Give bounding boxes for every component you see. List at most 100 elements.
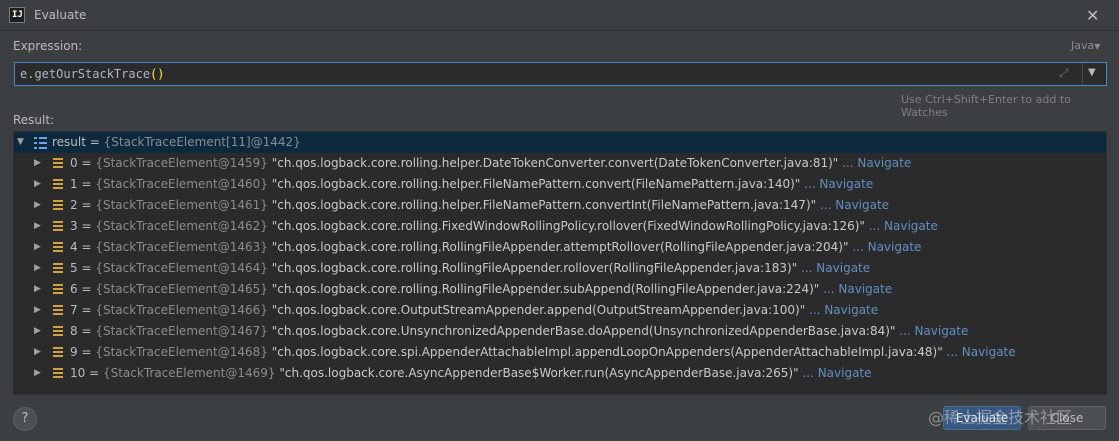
tree-row[interactable]: ▶ 0 = {StackTraceElement@1459} "ch.qos.lo…	[14, 153, 1106, 174]
item-eq: =	[77, 177, 96, 191]
watches-hint: Use Ctrl+Shift+Enter to add to Watches	[901, 93, 1071, 119]
tree-expand-icon[interactable]: ▶	[34, 363, 41, 384]
item-eq: =	[77, 219, 96, 233]
item-type: {StackTraceElement@1463}	[95, 240, 268, 254]
item-value: "ch.qos.logback.core.OutputStreamAppende…	[271, 303, 806, 317]
close-icon[interactable]: ✕	[1086, 6, 1099, 25]
navigate-link[interactable]: ... Navigate	[947, 345, 1016, 359]
item-type: {StackTraceElement@1465}	[95, 282, 268, 296]
root-eq: =	[85, 135, 104, 149]
tree-expand-icon[interactable]: ▶	[34, 300, 41, 321]
field-icon	[53, 179, 63, 190]
tree-row-label: 3 = {StackTraceElement@1462} "ch.qos.log…	[70, 216, 938, 237]
navigate-link[interactable]: ... Navigate	[809, 303, 878, 317]
tree-expand-icon[interactable]: ▶	[34, 195, 41, 216]
result-tree[interactable]: ▼ result = {StackTraceElement[11]@1442} …	[13, 131, 1107, 395]
expression-input[interactable]: e.getOurStackTrace()	[20, 67, 165, 81]
item-index: 6	[70, 282, 78, 296]
history-dropdown-icon[interactable]: ▼	[1088, 67, 1096, 78]
divider	[1082, 63, 1083, 85]
item-eq: =	[85, 366, 103, 380]
navigate-link[interactable]: ... Navigate	[842, 156, 911, 170]
item-index: 3	[70, 219, 78, 233]
tree-row-label: 7 = {StackTraceElement@1466} "ch.qos.log…	[70, 300, 878, 321]
tree-expand-icon[interactable]: ▶	[34, 321, 41, 342]
tree-row[interactable]: ▶ 8 = {StackTraceElement@1467} "ch.qos.lo…	[14, 321, 1106, 342]
app-icon: IJ	[9, 7, 25, 23]
navigate-link[interactable]: ... Navigate	[804, 177, 873, 191]
navigate-link[interactable]: ... Navigate	[823, 282, 892, 296]
tree-row[interactable]: ▶ 6 = {StackTraceElement@1465} "ch.qos.lo…	[14, 279, 1106, 300]
item-type: {StackTraceElement@1468}	[95, 345, 268, 359]
close-button[interactable]: Close	[1028, 406, 1106, 430]
item-index: 2	[70, 198, 78, 212]
item-value: "ch.qos.logback.core.UnsynchronizedAppen…	[271, 324, 896, 338]
item-eq: =	[77, 282, 96, 296]
tree-collapse-icon[interactable]: ▼	[17, 132, 24, 153]
item-eq: =	[77, 303, 96, 317]
field-icon	[53, 326, 63, 337]
tree-expand-icon[interactable]: ▶	[34, 237, 41, 258]
tree-row-label: 2 = {StackTraceElement@1461} "ch.qos.log…	[70, 195, 889, 216]
dropdown-arrow-icon: ▼	[1094, 42, 1101, 51]
navigate-link[interactable]: ... Navigate	[802, 366, 871, 380]
help-button[interactable]: ?	[13, 407, 37, 431]
window-title: Evaluate	[34, 8, 87, 22]
item-index: 1	[70, 177, 78, 191]
tree-row[interactable]: ▶ 9 = {StackTraceElement@1468} "ch.qos.lo…	[14, 342, 1106, 363]
tree-root-row[interactable]: ▼ result = {StackTraceElement[11]@1442}	[14, 132, 1106, 153]
item-value: "ch.qos.logback.core.rolling.RollingFile…	[271, 282, 820, 296]
field-icon	[53, 284, 63, 295]
field-icon	[53, 221, 63, 232]
expand-editor-icon[interactable]: ⤢	[1059, 66, 1069, 81]
language-select[interactable]: Java▼	[1071, 39, 1100, 52]
field-icon	[53, 263, 63, 274]
item-type: {StackTraceElement@1459}	[95, 156, 268, 170]
tree-expand-icon[interactable]: ▶	[34, 216, 41, 237]
tree-expand-icon[interactable]: ▶	[34, 258, 41, 279]
expression-parens: ()	[150, 67, 165, 81]
tree-row-label: 4 = {StackTraceElement@1463} "ch.qos.log…	[70, 237, 921, 258]
tree-row-label: 10 = {StackTraceElement@1469} "ch.qos.lo…	[70, 363, 872, 384]
item-index: 4	[70, 240, 78, 254]
tree-expand-icon[interactable]: ▶	[34, 153, 41, 174]
item-index: 5	[70, 261, 78, 275]
navigate-link[interactable]: ... Navigate	[869, 219, 938, 233]
item-type: {StackTraceElement@1467}	[95, 324, 268, 338]
navigate-link[interactable]: ... Navigate	[852, 240, 921, 254]
item-value: "ch.qos.logback.core.rolling.RollingFile…	[271, 261, 798, 275]
navigate-link[interactable]: ... Navigate	[899, 324, 968, 338]
item-type: {StackTraceElement@1460}	[95, 177, 268, 191]
item-type: {StackTraceElement@1469}	[102, 366, 276, 380]
tree-expand-icon[interactable]: ▶	[34, 174, 41, 195]
item-value: "ch.qos.logback.core.rolling.RollingFile…	[271, 240, 849, 254]
item-value: "ch.qos.logback.core.rolling.FixedWindow…	[271, 219, 865, 233]
tree-row[interactable]: ▶ 1 = {StackTraceElement@1460} "ch.qos.lo…	[14, 174, 1106, 195]
tree-row-label: 0 = {StackTraceElement@1459} "ch.qos.log…	[70, 153, 911, 174]
item-value: "ch.qos.logback.core.AsyncAppenderBase$W…	[279, 366, 799, 380]
item-eq: =	[77, 324, 96, 338]
tree-row-label: 6 = {StackTraceElement@1465} "ch.qos.log…	[70, 279, 892, 300]
tree-expand-icon[interactable]: ▶	[34, 279, 41, 300]
item-eq: =	[77, 261, 96, 275]
expression-code: e.getOurStackTrace	[20, 67, 151, 81]
tree-row[interactable]: ▶ 3 = {StackTraceElement@1462} "ch.qos.lo…	[14, 216, 1106, 237]
item-type: {StackTraceElement@1462}	[95, 219, 268, 233]
navigate-link[interactable]: ... Navigate	[820, 198, 889, 212]
item-index: 10	[70, 366, 86, 380]
language-value: Java	[1071, 39, 1095, 52]
item-index: 8	[70, 324, 78, 338]
tree-row[interactable]: ▶ 10 = {StackTraceElement@1469} "ch.qos.l…	[14, 363, 1106, 384]
expression-editor[interactable]: e.getOurStackTrace() ⤢ ▼	[14, 62, 1107, 86]
tree-expand-icon[interactable]: ▶	[34, 342, 41, 363]
evaluate-button[interactable]: Evaluate	[943, 406, 1021, 430]
tree-row[interactable]: ▶ 2 = {StackTraceElement@1461} "ch.qos.lo…	[14, 195, 1106, 216]
navigate-link[interactable]: ... Navigate	[801, 261, 870, 275]
tree-row[interactable]: ▶ 7 = {StackTraceElement@1466} "ch.qos.lo…	[14, 300, 1106, 321]
item-value: "ch.qos.logback.core.rolling.helper.Date…	[271, 156, 839, 170]
tree-row[interactable]: ▶ 4 = {StackTraceElement@1463} "ch.qos.lo…	[14, 237, 1106, 258]
tree-row[interactable]: ▶ 5 = {StackTraceElement@1464} "ch.qos.lo…	[14, 258, 1106, 279]
help-icon: ?	[21, 411, 29, 426]
item-value: "ch.qos.logback.core.rolling.helper.File…	[271, 177, 801, 191]
field-icon	[53, 347, 63, 358]
